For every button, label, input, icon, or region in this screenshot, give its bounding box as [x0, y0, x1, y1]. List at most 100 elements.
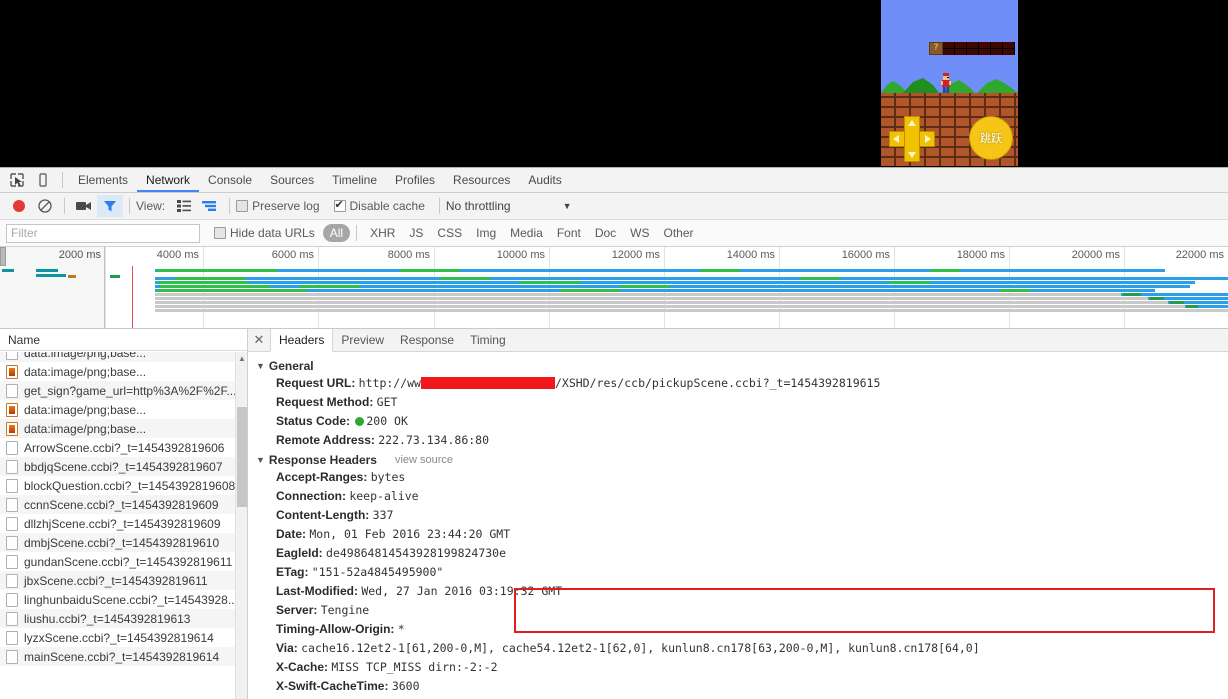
- filter-type-other[interactable]: Other: [657, 224, 701, 242]
- clear-button[interactable]: [32, 195, 58, 217]
- request-list-scrollbar[interactable]: ▲: [235, 352, 247, 699]
- tab-network[interactable]: Network: [137, 168, 200, 192]
- close-icon[interactable]: ✕: [248, 329, 270, 351]
- request-row[interactable]: bbdjqScene.ccbi?_t=1454392819607: [0, 457, 247, 476]
- timeline-tick-label: 16000 ms: [841, 249, 890, 261]
- timeline-request-bar: [300, 285, 360, 288]
- waterfall-view-icon[interactable]: [197, 195, 223, 217]
- filter-input[interactable]: [6, 223, 200, 243]
- request-row[interactable]: blockQuestion.ccbi?_t=1454392819608: [0, 476, 247, 495]
- scroll-up-icon[interactable]: ▲: [237, 354, 247, 364]
- header-key: Date:: [276, 527, 310, 541]
- filter-type-xhr[interactable]: XHR: [363, 224, 402, 242]
- request-row[interactable]: lyzxScene.ccbi?_t=1454392819614: [0, 628, 247, 647]
- list-view-icon[interactable]: [171, 195, 197, 217]
- tab-elements[interactable]: Elements: [69, 168, 137, 192]
- tab-audits[interactable]: Audits: [519, 168, 570, 192]
- request-row[interactable]: dllzhjScene.ccbi?_t=1454392819609: [0, 514, 247, 533]
- tab-timeline[interactable]: Timeline: [323, 168, 386, 192]
- throttling-select[interactable]: No throttling ▼: [446, 199, 572, 213]
- header-value: de49864814543928199824730e: [326, 546, 507, 560]
- filter-type-media[interactable]: Media: [503, 224, 550, 242]
- tab-headers[interactable]: Headers: [270, 329, 334, 352]
- preserve-log-box: [236, 200, 249, 212]
- response-header-row: X-Cache: MISS TCP_MISS dirn:-2:-2: [256, 658, 1228, 677]
- overview-left-dimmer[interactable]: [0, 247, 105, 328]
- header-key: X-Swift-CacheTime:: [276, 679, 392, 693]
- response-headers-section-header[interactable]: ▼ Response Headers view source: [256, 453, 1228, 467]
- request-row[interactable]: data:image/png;base...: [0, 362, 247, 381]
- dpad-arrows: [893, 120, 931, 158]
- header-key: EagleId:: [276, 546, 327, 560]
- view-source-link[interactable]: view source: [395, 454, 453, 466]
- game-canvas[interactable]: ? 跳跃: [881, 0, 1018, 166]
- network-overview-timeline[interactable]: 2000 ms 4000 ms 6000 ms 8000 ms 10000 ms 1200…: [0, 247, 1228, 329]
- request-row[interactable]: ArrowScene.ccbi?_t=1454392819606: [0, 438, 247, 457]
- request-row[interactable]: jbxScene.ccbi?_t=1454392819611: [0, 571, 247, 590]
- general-row: Remote Address: 222.73.134.86:80: [256, 431, 1228, 450]
- tab-console[interactable]: Console: [199, 168, 261, 192]
- request-row[interactable]: data:image/png;base...: [0, 419, 247, 438]
- timeline-request-bar: [110, 275, 120, 278]
- preserve-log-checkbox[interactable]: Preserve log: [236, 199, 320, 213]
- load-event-marker: [132, 266, 133, 328]
- record-button[interactable]: [6, 195, 32, 217]
- request-name: data:image/png;base...: [24, 364, 147, 379]
- hide-data-urls-checkbox[interactable]: Hide data URLs: [214, 226, 315, 240]
- filter-type-img[interactable]: Img: [469, 224, 503, 242]
- tab-timing[interactable]: Timing: [462, 329, 514, 351]
- hide-data-urls-label: Hide data URLs: [230, 226, 315, 240]
- inspect-element-icon[interactable]: [4, 168, 30, 192]
- request-row[interactable]: mainScene.ccbi?_t=1454392819614: [0, 647, 247, 666]
- request-row[interactable]: dmbjScene.ccbi?_t=1454392819610: [0, 533, 247, 552]
- brick-row: [943, 42, 1015, 55]
- request-row[interactable]: get_sign?game_url=http%3A%2F%2F...: [0, 381, 247, 400]
- device-toolbar-icon[interactable]: [30, 168, 56, 192]
- timeline-request-bar: [440, 277, 490, 280]
- timeline-request-bar: [158, 281, 248, 284]
- timeline-request-bar: [175, 277, 245, 280]
- filter-toggle-icon[interactable]: [97, 195, 123, 217]
- column-header-name[interactable]: Name: [0, 329, 247, 351]
- filter-type-all[interactable]: All: [322, 224, 351, 242]
- tab-profiles[interactable]: Profiles: [386, 168, 444, 192]
- overview-left-handle[interactable]: [0, 247, 6, 266]
- toolbar-divider-4: [229, 198, 231, 214]
- header-key: Via:: [276, 641, 302, 655]
- request-row[interactable]: data:image/png;base...: [0, 352, 247, 362]
- disable-cache-label: Disable cache: [349, 199, 425, 213]
- request-row[interactable]: linghunbaiduScene.ccbi?_t=14543928...: [0, 590, 247, 609]
- request-row[interactable]: gundanScene.ccbi?_t=1454392819611: [0, 552, 247, 571]
- filter-type-doc[interactable]: Doc: [588, 224, 623, 242]
- timeline-request-bar: [155, 281, 1195, 284]
- header-key: Server:: [276, 603, 321, 617]
- filter-type-font[interactable]: Font: [550, 224, 588, 242]
- filter-type-css[interactable]: CSS: [430, 224, 469, 242]
- view-label: View:: [136, 199, 166, 213]
- filter-type-ws[interactable]: WS: [623, 224, 656, 242]
- tab-resources[interactable]: Resources: [444, 168, 519, 192]
- scrollbar-thumb[interactable]: [237, 407, 247, 507]
- general-section-header[interactable]: ▼ General: [256, 359, 1228, 373]
- timeline-tick: [434, 247, 435, 328]
- tab-sources[interactable]: Sources: [261, 168, 323, 192]
- request-row[interactable]: ccnnScene.ccbi?_t=1454392819609: [0, 495, 247, 514]
- timeline-tick-label: 12000 ms: [611, 249, 660, 261]
- request-name: mainScene.ccbi?_t=1454392819614: [24, 649, 220, 664]
- filter-type-js[interactable]: JS: [402, 224, 430, 242]
- file-icon: [6, 478, 18, 493]
- jump-button[interactable]: 跳跃: [969, 116, 1013, 160]
- tab-preview[interactable]: Preview: [333, 329, 392, 351]
- disable-cache-checkbox[interactable]: Disable cache: [333, 198, 425, 213]
- header-key: Request URL:: [276, 376, 359, 390]
- request-rows[interactable]: data:image/png;base... data:image/png;bas…: [0, 352, 247, 699]
- request-name: lyzxScene.ccbi?_t=1454392819614: [24, 630, 214, 645]
- capture-screenshots-icon[interactable]: [71, 195, 97, 217]
- question-block-band: ?: [929, 42, 1015, 55]
- dpad-control[interactable]: [889, 116, 935, 162]
- file-icon: [6, 535, 18, 550]
- request-row[interactable]: liushu.ccbi?_t=1454392819613: [0, 609, 247, 628]
- request-row[interactable]: data:image/png;base...: [0, 400, 247, 419]
- tab-response[interactable]: Response: [392, 329, 462, 351]
- file-icon: [6, 440, 18, 455]
